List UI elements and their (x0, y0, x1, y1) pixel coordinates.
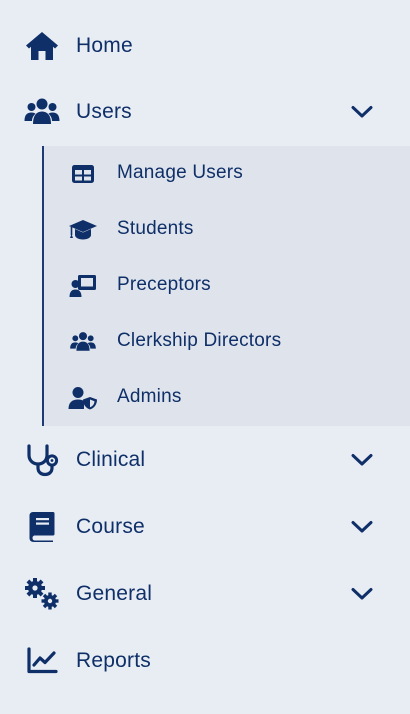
chevron-down-icon[interactable] (350, 100, 374, 124)
users-icon (24, 94, 60, 130)
nav-item-clinical-label: Clinical (76, 447, 146, 471)
sub-item-clerkship-directors-label: Clerkship Directors (117, 330, 282, 351)
sub-item-manage-users[interactable]: Manage Users (44, 146, 410, 202)
chart-line-icon (24, 643, 60, 679)
book-icon (24, 509, 60, 545)
users-icon (68, 328, 98, 356)
sub-item-students-label: Students (117, 218, 194, 239)
sub-item-manage-users-label: Manage Users (117, 162, 243, 183)
gears-icon (24, 576, 60, 612)
chevron-down-icon[interactable] (350, 515, 374, 539)
home-icon (24, 28, 60, 64)
stethoscope-icon (24, 442, 60, 478)
nav-item-users-label: Users (76, 99, 132, 123)
sub-item-admins[interactable]: Admins (44, 370, 410, 426)
table-icon (68, 160, 98, 188)
nav-item-general-label: General (76, 581, 153, 605)
graduation-cap-icon (68, 216, 98, 244)
nav-item-users[interactable]: Users (0, 78, 410, 145)
nav-item-reports-label: Reports (76, 648, 151, 672)
nav-item-course-label: Course (76, 514, 145, 538)
nav-item-home-label: Home (76, 33, 133, 57)
chalkboard-user-icon (68, 272, 98, 300)
chevron-down-icon[interactable] (350, 582, 374, 606)
nav-item-general[interactable]: General (0, 560, 410, 627)
chevron-down-icon[interactable] (350, 448, 374, 472)
nav-item-home[interactable]: Home (0, 12, 410, 79)
sub-item-preceptors[interactable]: Preceptors (44, 258, 410, 314)
sub-item-preceptors-label: Preceptors (117, 274, 211, 295)
sub-item-students[interactable]: Students (44, 202, 410, 258)
nav-item-clinical[interactable]: Clinical (0, 426, 410, 493)
sub-item-clerkship-directors[interactable]: Clerkship Directors (44, 314, 410, 370)
nav-item-course[interactable]: Course (0, 493, 410, 560)
user-shield-icon (68, 384, 98, 412)
users-submenu: Manage Users Students Preceptors Clerksh… (42, 146, 410, 426)
nav-item-reports[interactable]: Reports (0, 627, 410, 694)
sub-item-admins-label: Admins (117, 386, 182, 407)
